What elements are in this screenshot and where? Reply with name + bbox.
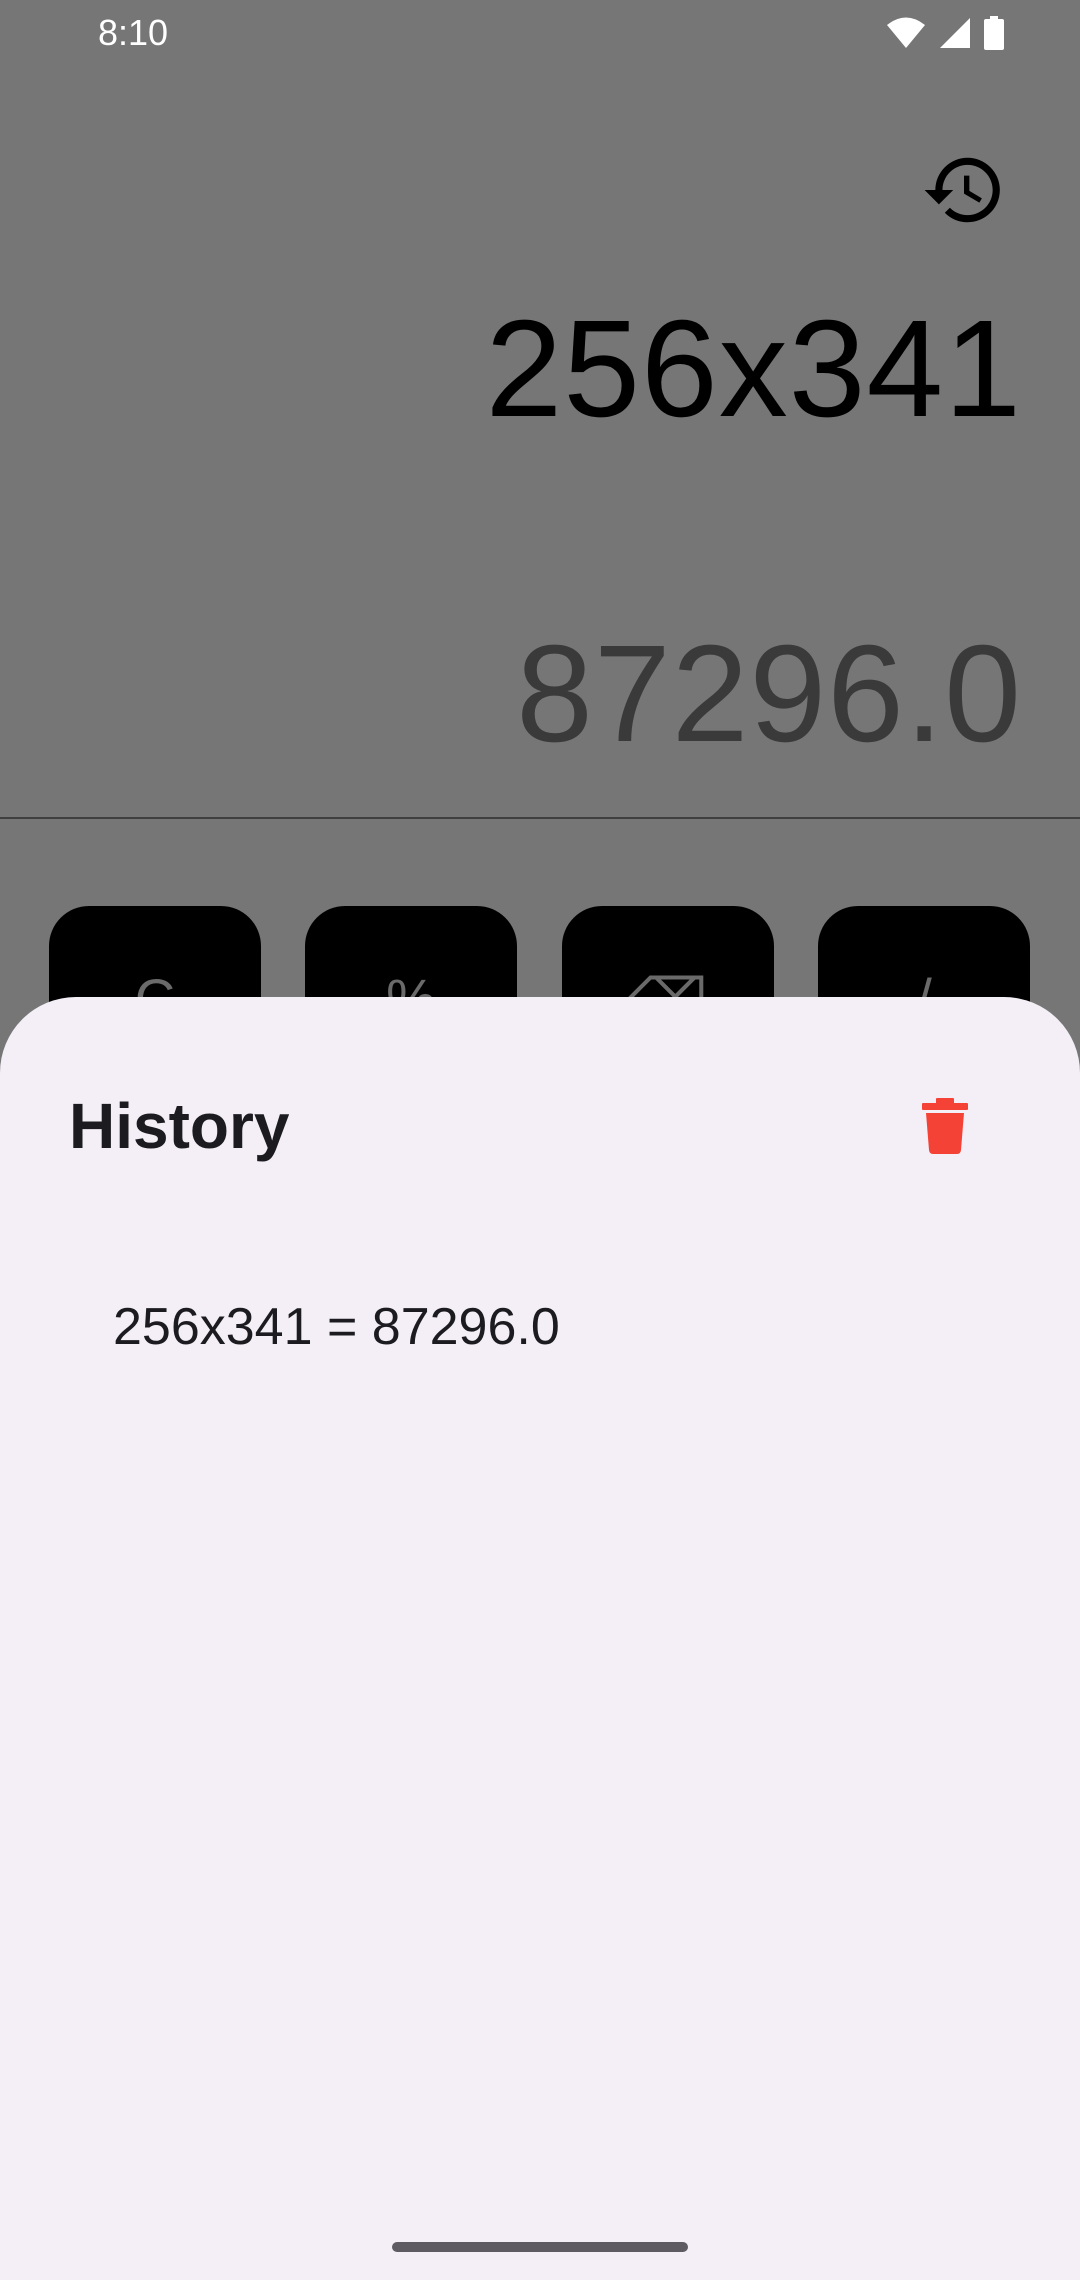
signal-icon bbox=[938, 16, 972, 55]
calculator-screen: 8:10 256x341 87296.0 History 256x341 = 8… bbox=[0, 0, 1080, 2280]
result-display: 87296.0 bbox=[516, 617, 1022, 771]
status-time: 8:10 bbox=[98, 12, 169, 53]
wifi-icon bbox=[886, 16, 926, 55]
display-divider bbox=[0, 817, 1080, 819]
gesture-navigation-bar[interactable] bbox=[392, 2242, 688, 2252]
battery-icon bbox=[984, 16, 1004, 55]
history-sheet: History 256x341 = 87296.0 bbox=[0, 997, 1080, 2280]
status-bar: 8:10 bbox=[0, 0, 1080, 66]
clear-history-button[interactable] bbox=[905, 1080, 985, 1176]
trash-icon bbox=[922, 1097, 968, 1159]
history-icon bbox=[921, 147, 1007, 238]
expression-display: 256x341 bbox=[485, 292, 1022, 446]
status-icons bbox=[886, 16, 1004, 55]
history-title: History bbox=[69, 1090, 290, 1162]
history-entry[interactable]: 256x341 = 87296.0 bbox=[113, 1297, 1020, 1357]
history-button[interactable] bbox=[912, 140, 1016, 244]
history-list: 256x341 = 87296.0 bbox=[113, 1297, 1020, 1357]
